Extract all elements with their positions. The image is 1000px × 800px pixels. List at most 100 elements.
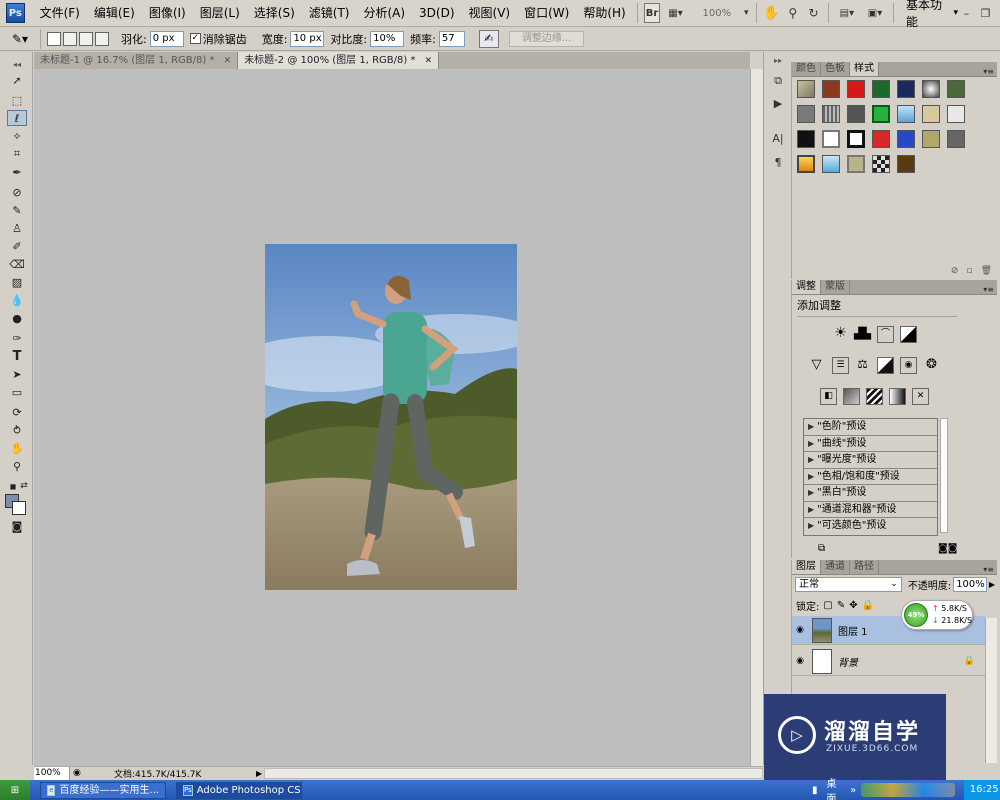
- 3d-rotate-tool-icon[interactable]: ⟳: [7, 404, 27, 420]
- brightness-contrast-icon[interactable]: ☀: [832, 326, 849, 343]
- tray-icons[interactable]: [861, 783, 956, 797]
- style-swatch[interactable]: [897, 105, 915, 123]
- marquee-tool-icon[interactable]: ⬚: [7, 92, 27, 108]
- add-selection-icon[interactable]: [63, 31, 77, 46]
- menu-layer[interactable]: 图层(L): [193, 0, 247, 27]
- camera-icon[interactable]: ◙◙: [938, 543, 957, 554]
- dodge-tool-icon[interactable]: ●: [7, 310, 27, 326]
- swap-colors-icon[interactable]: ⇄: [14, 478, 34, 494]
- vertical-scrollbar[interactable]: [750, 69, 763, 766]
- hue-saturation-icon[interactable]: ☰: [832, 357, 849, 374]
- minimize-button[interactable]: –: [958, 5, 975, 21]
- new-selection-icon[interactable]: [47, 31, 61, 46]
- posterize-icon[interactable]: [843, 388, 860, 405]
- screen-mode-icon[interactable]: ▣▾: [863, 3, 887, 23]
- style-swatch[interactable]: [847, 80, 865, 98]
- menu-image[interactable]: 图像(I): [142, 0, 193, 27]
- selective-color-icon[interactable]: ✕: [912, 388, 929, 405]
- style-swatch[interactable]: [797, 80, 815, 98]
- lock-image-icon[interactable]: ✎: [837, 600, 845, 611]
- tab-adjustments[interactable]: 调整: [792, 280, 821, 294]
- style-swatch[interactable]: [872, 80, 890, 98]
- zoom-level-field[interactable]: 100%: [34, 766, 70, 780]
- contrast-input[interactable]: 10%: [370, 30, 405, 47]
- arrange-icon[interactable]: ▤▾: [835, 3, 859, 23]
- status-info-icon[interactable]: ◉: [73, 768, 81, 778]
- type-tool-icon[interactable]: T: [7, 348, 27, 364]
- brush-tool-icon[interactable]: ✎: [7, 202, 27, 218]
- style-swatch[interactable]: [897, 155, 915, 173]
- channel-mixer-icon[interactable]: ❂: [923, 357, 940, 374]
- tab-channels[interactable]: 通道: [821, 560, 850, 574]
- lock-position-icon[interactable]: ✥: [849, 600, 857, 611]
- tab-layers[interactable]: 图层: [792, 560, 821, 574]
- chevron-right-icon[interactable]: »: [850, 785, 856, 796]
- trash-icon[interactable]: 🗑: [981, 266, 992, 279]
- shape-tool-icon[interactable]: ▭: [7, 384, 27, 400]
- gradient-map-icon[interactable]: [889, 388, 906, 405]
- lock-transparent-icon[interactable]: ▢: [823, 600, 832, 611]
- tab-styles[interactable]: 样式: [850, 62, 879, 76]
- curves-icon[interactable]: ⌒: [877, 326, 894, 343]
- menu-analysis[interactable]: 分析(A): [356, 0, 412, 27]
- zoom-select[interactable]: 100%: [691, 3, 739, 23]
- threshold-icon[interactable]: [866, 388, 883, 405]
- style-swatch[interactable]: [872, 130, 890, 148]
- style-swatch[interactable]: [822, 105, 840, 123]
- style-swatch[interactable]: [872, 105, 890, 123]
- extras-dropdown[interactable]: ▦▾: [664, 3, 686, 23]
- menu-help[interactable]: 帮助(H): [576, 0, 632, 27]
- style-swatch[interactable]: [822, 80, 840, 98]
- lasso-tool-icon[interactable]: ℓ: [7, 110, 27, 126]
- blur-tool-icon[interactable]: 💧: [7, 292, 27, 308]
- photo-filter-icon[interactable]: ◉: [900, 357, 917, 374]
- presets-scrollbar[interactable]: [940, 418, 948, 533]
- style-swatch[interactable]: [947, 80, 965, 98]
- style-swatch[interactable]: [897, 80, 915, 98]
- background-color-swatch[interactable]: [12, 501, 26, 515]
- preset-curves[interactable]: ▶ "曲线"预设: [804, 436, 937, 452]
- desktop-label[interactable]: 桌面: [826, 775, 845, 800]
- paragraph-icon[interactable]: ¶: [769, 156, 787, 172]
- clip-icon[interactable]: ⧉: [818, 543, 825, 554]
- panel-menu-icon[interactable]: ▾≡: [983, 565, 997, 574]
- exposure-icon[interactable]: [900, 326, 917, 343]
- close-icon[interactable]: ✕: [224, 56, 232, 66]
- style-swatch[interactable]: [822, 155, 840, 173]
- network-speed-widget[interactable]: 49% ↑ 5.8K/S ↓ 21.8K/S: [901, 600, 973, 630]
- opacity-input[interactable]: 100%: [953, 577, 987, 592]
- new-style-icon[interactable]: ▫: [966, 266, 972, 279]
- panel-menu-icon[interactable]: ▾≡: [983, 285, 997, 294]
- canvas-area[interactable]: [34, 69, 750, 766]
- character-icon[interactable]: A|: [769, 132, 787, 148]
- invert-icon[interactable]: ◧: [820, 388, 837, 405]
- blend-mode-select[interactable]: 正常 ⌄: [795, 577, 902, 592]
- rotate-icon[interactable]: ↻: [805, 3, 822, 23]
- magic-wand-tool-icon[interactable]: ✧: [7, 128, 27, 144]
- pen-pressure-icon[interactable]: ✍: [478, 29, 499, 48]
- frequency-input[interactable]: 57: [438, 30, 465, 47]
- tab-swatches[interactable]: 色板: [821, 62, 850, 76]
- width-input[interactable]: 10 px: [290, 30, 325, 47]
- feather-input[interactable]: 0 px: [149, 30, 184, 47]
- visibility-eye-icon[interactable]: ◉: [792, 656, 808, 666]
- lock-all-icon[interactable]: 🔒: [862, 600, 874, 611]
- layers-scrollbar[interactable]: [985, 618, 997, 763]
- zoom-dropdown-icon[interactable]: ▾: [743, 3, 750, 23]
- opacity-arrow-icon[interactable]: ▶: [989, 580, 995, 589]
- hand-tool-icon[interactable]: ✋: [7, 440, 27, 456]
- actions-icon[interactable]: ▶: [769, 97, 787, 113]
- style-swatch[interactable]: [922, 80, 940, 98]
- style-swatch[interactable]: [847, 105, 865, 123]
- vibrance-icon[interactable]: ▽: [808, 357, 825, 374]
- menu-view[interactable]: 视图(V): [462, 0, 518, 27]
- document-tab-2[interactable]: 未标题-2 @ 100% (图层 1, RGB/8) * ✕: [238, 52, 440, 69]
- style-swatch[interactable]: [797, 130, 815, 148]
- bridge-button[interactable]: Br: [643, 3, 661, 23]
- preset-black-white[interactable]: ▶ "黑白"预设: [804, 485, 937, 502]
- clock[interactable]: 16:25: [964, 780, 1000, 800]
- color-balance-icon[interactable]: ⚖: [854, 357, 871, 374]
- history-icon[interactable]: ⧉: [769, 74, 787, 90]
- history-brush-tool-icon[interactable]: ✐: [7, 238, 27, 254]
- hand-icon[interactable]: ✋: [762, 3, 780, 23]
